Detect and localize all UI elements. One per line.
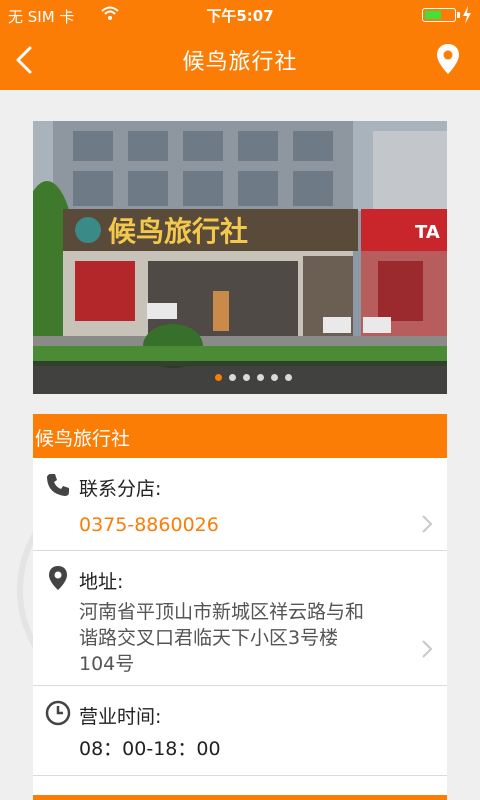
carousel-dot[interactable] xyxy=(229,374,236,381)
carousel-dot[interactable] xyxy=(271,374,278,381)
chevron-right-icon xyxy=(422,515,433,533)
phone-label: 联系分店: xyxy=(79,478,162,500)
phone-number[interactable]: 0375-8860026 xyxy=(79,512,219,538)
carousel-dot[interactable] xyxy=(215,374,222,381)
carousel-indicator xyxy=(33,361,447,394)
phone-icon xyxy=(47,474,69,496)
status-time: 下午5:07 xyxy=(206,7,274,25)
carousel-dot[interactable] xyxy=(257,374,264,381)
storefront-photo: 候鸟旅行社 TA xyxy=(33,121,447,394)
photo-carousel[interactable]: 候鸟旅行社 TA xyxy=(33,121,447,394)
chevron-right-icon xyxy=(422,640,433,658)
hours-value: 08：00-18：00 xyxy=(79,738,221,760)
charging-icon xyxy=(463,6,471,24)
nav-bar: 候鸟旅行社 xyxy=(0,30,480,90)
address-line-3: 104号 xyxy=(79,653,135,675)
map-pin-icon[interactable] xyxy=(432,40,464,80)
clock-icon xyxy=(45,700,71,726)
carousel-dot[interactable] xyxy=(285,374,292,381)
back-button[interactable] xyxy=(8,40,44,80)
info-card-title: 候鸟旅行社 xyxy=(33,414,447,458)
info-card: 候鸟旅行社 联系分店: 0375-8860026 地址: 河南省平顶山市新城区祥… xyxy=(33,414,447,800)
page-title: 候鸟旅行社 xyxy=(182,50,298,75)
storefront-sign-text: 候鸟旅行社 xyxy=(108,215,248,248)
hours-label: 营业时间: xyxy=(79,706,162,728)
battery-icon xyxy=(422,8,460,22)
address-row[interactable]: 地址: 河南省平顶山市新城区祥云路与和 谐路交叉口君临天下小区3号楼 104号 xyxy=(33,551,447,686)
address-line-1: 河南省平顶山市新城区祥云路与和 xyxy=(79,601,365,623)
status-bar: 无 SIM 卡 下午5:07 xyxy=(0,0,480,30)
address-line-2: 谐路交叉口君临天下小区3号楼 xyxy=(79,627,339,649)
address-label: 地址: xyxy=(79,571,124,593)
svg-text:TA: TA xyxy=(415,222,440,243)
location-icon xyxy=(49,566,67,590)
battery-fill xyxy=(425,11,441,19)
top-bar: 无 SIM 卡 下午5:07 候鸟旅行社 xyxy=(0,0,480,90)
hours-row: 营业时间: 08：00-18：00 xyxy=(33,686,447,776)
carousel-dot[interactable] xyxy=(243,374,250,381)
phone-row[interactable]: 联系分店: 0375-8860026 xyxy=(33,458,447,551)
next-section-header xyxy=(33,795,447,800)
